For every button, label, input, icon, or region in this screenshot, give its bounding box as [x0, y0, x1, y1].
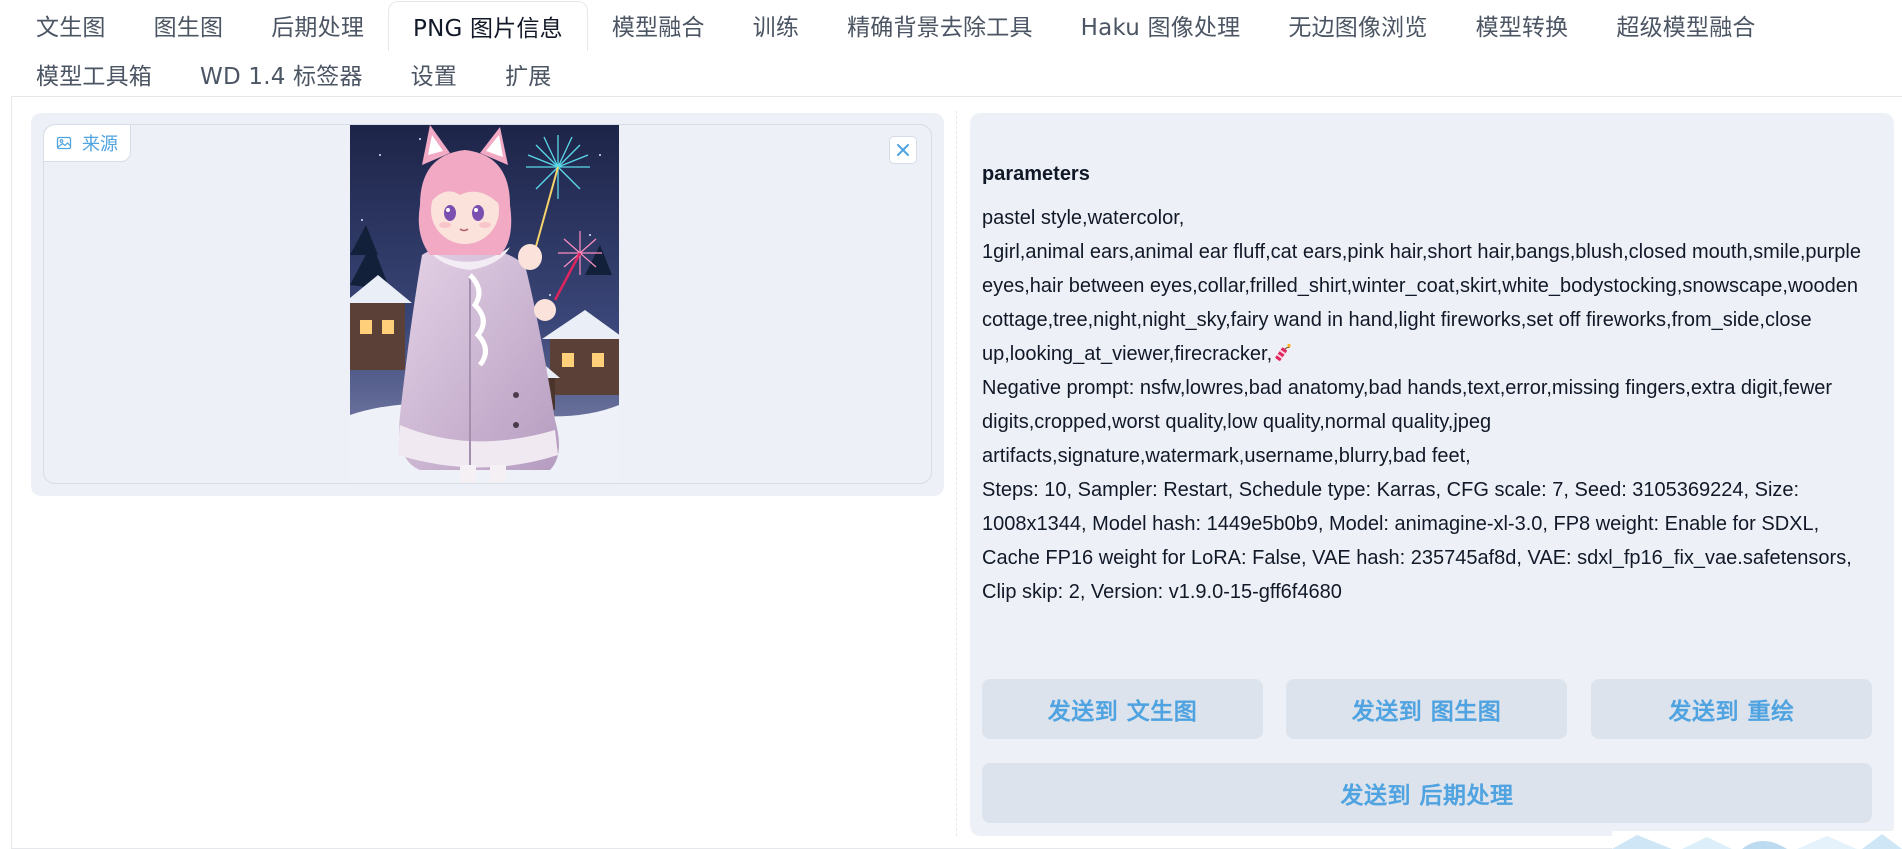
- tab-img2img[interactable]: 图生图: [130, 0, 248, 50]
- tab-txt2img[interactable]: 文生图: [12, 0, 130, 50]
- column-divider: [956, 111, 957, 836]
- tab-model-toolkit[interactable]: 模型工具箱: [12, 50, 176, 98]
- generation-info-panel: parameters pastel style,watercolor, 1gir…: [970, 113, 1894, 836]
- clear-image-button[interactable]: [889, 136, 917, 164]
- tab-train[interactable]: 训练: [729, 0, 823, 50]
- tab-infinite-image-browsing[interactable]: 无边图像浏览: [1264, 0, 1451, 50]
- image-icon: [56, 136, 72, 150]
- tab-bar: 文生图 图生图 后期处理 PNG 图片信息 模型融合 训练 精确背景去除工具 H…: [12, 0, 1902, 98]
- background-decoration: [1612, 831, 1902, 849]
- tab-haku-image[interactable]: Haku 图像处理: [1057, 0, 1265, 50]
- png-info-panel: 来源 parameters pastel style,watercolor, 1…: [11, 96, 1902, 849]
- tab-row-1: 文生图 图生图 后期处理 PNG 图片信息 模型融合 训练 精确背景去除工具 H…: [12, 0, 1902, 51]
- tab-supermerger[interactable]: 超级模型融合: [1592, 0, 1779, 50]
- generation-settings-line: Steps: 10, Sampler: Restart, Schedule ty…: [982, 479, 1852, 603]
- tab-extensions[interactable]: 扩展: [481, 50, 575, 98]
- tab-wd14-tagger[interactable]: WD 1.4 标签器: [176, 50, 387, 98]
- tab-row-2: 模型工具箱 WD 1.4 标签器 设置 扩展: [12, 50, 1902, 98]
- source-label-badge: 来源: [44, 125, 131, 162]
- negative-prompt-line: Negative prompt: nsfw,lowres,bad anatomy…: [982, 377, 1833, 467]
- firecracker-icon: [1275, 343, 1291, 361]
- uploaded-image: [350, 125, 619, 483]
- tab-background-removal[interactable]: 精确背景去除工具: [823, 0, 1057, 50]
- prompt-text: 1girl,animal ears,animal ear fluff,cat e…: [982, 241, 1861, 365]
- tab-model-converter[interactable]: 模型转换: [1452, 0, 1593, 50]
- generation-info-text: pastel style,watercolor, 1girl,animal ea…: [982, 201, 1872, 609]
- tab-checkpoint-merger[interactable]: 模型融合: [588, 0, 729, 50]
- tab-settings[interactable]: 设置: [387, 50, 481, 98]
- parameters-label: parameters: [982, 163, 1090, 185]
- close-icon: [897, 144, 909, 156]
- source-label: 来源: [82, 134, 118, 155]
- tab-extras[interactable]: 后期处理: [247, 0, 388, 50]
- image-dropzone[interactable]: 来源: [43, 124, 932, 484]
- prompt-line: 1girl,animal ears,animal ear fluff,cat e…: [982, 235, 1872, 371]
- image-upload-panel: 来源: [31, 113, 944, 496]
- send-to-inpaint-button[interactable]: 发送到 重绘: [1591, 679, 1872, 739]
- prompt-style-line: pastel style,watercolor,: [982, 207, 1185, 229]
- tab-png-info[interactable]: PNG 图片信息: [388, 0, 588, 51]
- send-to-img2img-button[interactable]: 发送到 图生图: [1286, 679, 1567, 739]
- send-to-extras-button[interactable]: 发送到 后期处理: [982, 763, 1872, 823]
- send-to-txt2img-button[interactable]: 发送到 文生图: [982, 679, 1263, 739]
